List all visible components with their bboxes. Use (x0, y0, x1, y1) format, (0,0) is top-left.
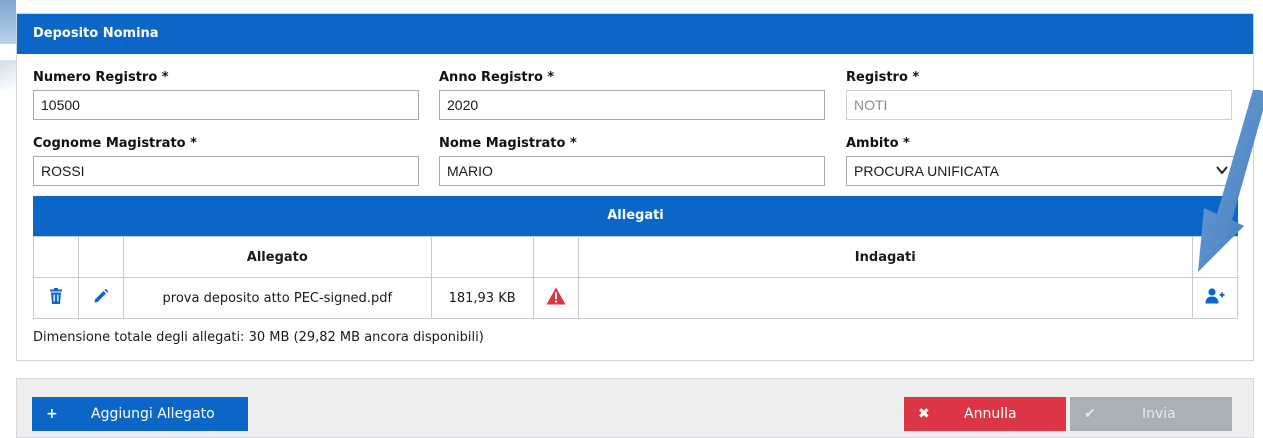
allegati-table: Allegato Indagati prova deposito atto PE… (33, 236, 1239, 319)
edit-cell (77, 277, 124, 319)
trash-icon[interactable] (49, 288, 63, 304)
cancel-button[interactable]: ✖ Annulla (904, 397, 1066, 431)
cognome-magistrato-label: Cognome Magistrato * (33, 136, 197, 151)
cancel-label: Annulla (964, 406, 1017, 422)
add-allegato-button[interactable]: + Aggiungi Allegato (32, 397, 248, 431)
col-header-size (430, 236, 534, 278)
nome-magistrato-label: Nome Magistrato * (439, 136, 577, 151)
allegato-name: prova deposito atto PEC-signed.pdf (122, 277, 432, 319)
registro-input: NOTI (846, 90, 1232, 120)
pencil-icon[interactable] (93, 288, 109, 304)
numero-registro-field: Numero Registro * 10500 (33, 70, 419, 120)
anno-registro-label: Anno Registro * (439, 70, 555, 85)
anno-registro-input[interactable]: 2020 (439, 90, 825, 120)
numero-registro-label: Numero Registro * (33, 70, 169, 85)
col-header-allegato: Allegato (122, 236, 432, 278)
footer-actions-bar: + Aggiungi Allegato ✖ Annulla ✔ Invia (16, 378, 1254, 438)
send-button[interactable]: ✔ Invia (1070, 397, 1232, 431)
allegato-size: 181,93 KB (430, 277, 534, 319)
status-cell (532, 277, 579, 319)
add-user-icon[interactable] (1205, 288, 1225, 304)
corner-decoration (0, 0, 16, 44)
warning-icon (546, 287, 566, 305)
panel-title: Deposito Nomina (17, 14, 1253, 54)
registro-field: Registro * NOTI (846, 70, 1232, 120)
registro-label: Registro * (846, 70, 920, 85)
numero-registro-input[interactable]: 10500 (33, 90, 419, 120)
anno-registro-field: Anno Registro * 2020 (439, 70, 825, 120)
allegati-totals: Dimensione totale degli allegati: 30 MB … (33, 330, 484, 345)
check-icon: ✔ (1084, 406, 1096, 422)
col-header-delete (33, 236, 79, 278)
col-header-indagati: Indagati (577, 236, 1193, 278)
delete-cell (33, 277, 79, 319)
plus-icon: + (46, 406, 58, 422)
cognome-magistrato-field: Cognome Magistrato * ROSSI (33, 136, 419, 186)
add-allegato-label: Aggiungi Allegato (91, 406, 215, 422)
col-header-edit (77, 236, 124, 278)
allegati-title: Allegati (33, 196, 1238, 236)
cognome-magistrato-input[interactable]: ROSSI (33, 156, 419, 186)
times-icon: ✖ (918, 406, 930, 422)
send-label: Invia (1142, 406, 1176, 422)
indagati-cell (577, 277, 1193, 319)
nome-magistrato-field: Nome Magistrato * MARIO (439, 136, 825, 186)
annotation-arrow-icon (1198, 90, 1263, 272)
deposito-nomina-panel: Deposito Nomina Numero Registro * 10500 … (16, 13, 1254, 361)
add-indagato-cell (1191, 277, 1239, 319)
table-header-row: Allegato Indagati (33, 236, 1239, 278)
nome-magistrato-input[interactable]: MARIO (439, 156, 825, 186)
col-header-status (532, 236, 579, 278)
table-row: prova deposito atto PEC-signed.pdf 181,9… (33, 277, 1239, 319)
